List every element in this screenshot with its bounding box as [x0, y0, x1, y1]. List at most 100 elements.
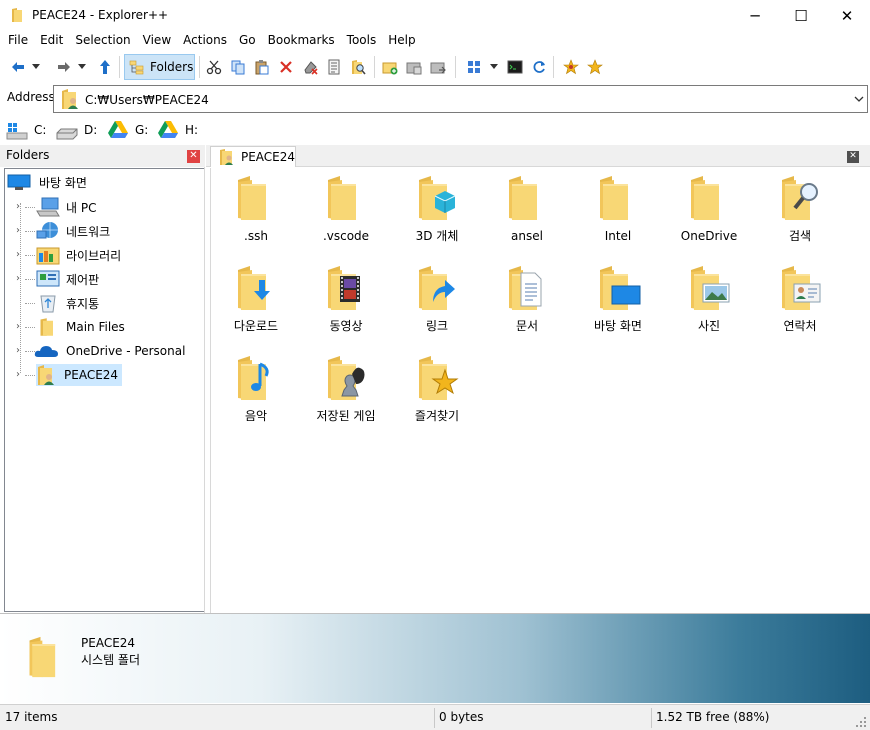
chevron-right-icon[interactable]: ›	[16, 346, 24, 356]
folder-icon	[232, 174, 280, 222]
drive-g-button[interactable]: G:	[107, 120, 148, 140]
pictures-folder-icon	[685, 264, 730, 312]
tree-item-libraries[interactable]: 라이브러리	[36, 244, 123, 266]
bookmark-tab-icon[interactable]	[560, 56, 582, 78]
close-icon[interactable]: ✕	[847, 151, 859, 163]
chevron-right-icon[interactable]: ›	[16, 274, 24, 284]
tree-line	[25, 279, 35, 280]
cut-icon[interactable]	[203, 56, 225, 78]
tree-item-control-panel[interactable]: 제어판	[36, 268, 101, 290]
tree-item-recycle-bin[interactable]: 휴지통	[36, 292, 101, 314]
close-icon[interactable]: ✕	[187, 150, 200, 163]
tree-item-main-files[interactable]: Main Files	[36, 316, 127, 338]
menu-file[interactable]: File	[2, 31, 34, 51]
file-item[interactable]: 3D 개체	[392, 174, 482, 243]
file-item[interactable]: 문서	[482, 264, 572, 333]
tree-item-network[interactable]: 네트워크	[36, 220, 112, 242]
chevron-right-icon[interactable]: ›	[16, 250, 24, 260]
chevron-right-icon[interactable]: ›	[16, 226, 24, 236]
views-dropdown-icon[interactable]	[487, 56, 501, 78]
drive-d-button[interactable]: D:	[56, 120, 97, 140]
file-item[interactable]: 검색	[755, 174, 845, 243]
status-separator	[651, 708, 652, 728]
forward-dropdown-icon[interactable]	[75, 56, 89, 78]
refresh-icon[interactable]	[528, 56, 550, 78]
file-item[interactable]: OneDrive	[664, 174, 754, 243]
file-item[interactable]: 음악	[211, 354, 301, 423]
google-drive-icon	[108, 121, 128, 138]
folder-tree: 바탕 화면 › 내 PC › 네트워크 › 라이브러리 › 제어판 휴지통 › …	[4, 168, 204, 612]
command-prompt-icon[interactable]	[504, 56, 526, 78]
chevron-right-icon[interactable]: ›	[16, 322, 24, 332]
chevron-right-icon[interactable]: ›	[16, 370, 24, 380]
menu-go[interactable]: Go	[233, 31, 262, 51]
back-dropdown-icon[interactable]	[29, 56, 43, 78]
menu-help[interactable]: Help	[382, 31, 421, 51]
search-folder-icon	[776, 174, 818, 222]
file-item[interactable]: 다운로드	[211, 264, 301, 333]
maximize-button[interactable]: ☐	[778, 0, 824, 31]
file-item[interactable]: .vscode	[301, 174, 391, 243]
control-panel-icon	[36, 270, 60, 287]
menu-actions[interactable]: Actions	[177, 31, 233, 51]
chevron-right-icon[interactable]: ›	[16, 202, 24, 212]
tree-item-this-pc[interactable]: 내 PC	[36, 196, 98, 218]
file-item[interactable]: ansel	[482, 174, 572, 243]
file-item[interactable]: 동영상	[301, 264, 391, 333]
forward-arrow-icon[interactable]	[53, 56, 75, 78]
folder-icon	[36, 317, 60, 337]
links-folder-icon	[413, 264, 455, 312]
file-item[interactable]: 저장된 게임	[301, 354, 391, 423]
details-pane: PEACE24 시스템 폴더	[0, 613, 870, 703]
menu-edit[interactable]: Edit	[34, 31, 69, 51]
menu-view[interactable]: View	[137, 31, 177, 51]
tree-item-onedrive[interactable]: OneDrive - Personal	[34, 340, 187, 362]
new-folder-icon[interactable]	[379, 56, 401, 78]
file-item[interactable]: 사진	[664, 264, 754, 333]
search-icon[interactable]	[347, 56, 369, 78]
file-item[interactable]: .ssh	[211, 174, 301, 243]
app-folder-icon	[10, 7, 26, 23]
details-type: 시스템 폴더	[81, 653, 141, 667]
paste-icon[interactable]	[251, 56, 273, 78]
file-list-view: .ssh .vscode 3D 개체 ansel Intel OneDrive …	[210, 168, 870, 613]
up-arrow-icon[interactable]	[94, 56, 116, 78]
toolbar-separator	[119, 56, 120, 78]
tab-label: PEACE24	[240, 150, 295, 164]
tab-peace24[interactable]: PEACE24	[210, 146, 296, 167]
file-item[interactable]: 바탕 화면	[573, 264, 663, 333]
views-icon[interactable]	[463, 56, 485, 78]
tab-bar: PEACE24 ✕	[206, 145, 870, 167]
close-button[interactable]: ✕	[824, 0, 870, 31]
chevron-down-icon[interactable]	[854, 96, 864, 103]
folders-button[interactable]: Folders	[124, 54, 195, 80]
folders-pane: Folders ✕ 바탕 화면 › 내 PC › 네트워크 › 라이브러리 ›	[0, 145, 205, 613]
file-item[interactable]: 연락처	[755, 264, 845, 333]
menu-bar: File Edit Selection View Actions Go Book…	[0, 31, 870, 51]
drive-c-button[interactable]: C:	[6, 120, 46, 140]
move-to-icon[interactable]	[427, 56, 449, 78]
copy-to-icon[interactable]	[403, 56, 425, 78]
file-item[interactable]: 즐겨찾기	[392, 354, 482, 423]
minimize-button[interactable]: ─	[732, 0, 778, 31]
delete-permanently-icon[interactable]	[299, 56, 321, 78]
properties-icon[interactable]	[323, 56, 345, 78]
menu-tools[interactable]: Tools	[341, 31, 383, 51]
file-item[interactable]: 링크	[392, 264, 482, 333]
menu-selection[interactable]: Selection	[69, 31, 136, 51]
tree-item-peace24[interactable]: PEACE24	[36, 364, 123, 386]
tree-item-desktop[interactable]: 바탕 화면	[7, 171, 89, 193]
menu-bookmarks[interactable]: Bookmarks	[262, 31, 341, 51]
drive-h-button[interactable]: H:	[157, 120, 198, 140]
file-item[interactable]: Intel	[573, 174, 663, 243]
resize-grip-icon[interactable]	[856, 717, 867, 728]
file-name: 바탕 화면	[594, 319, 642, 333]
libraries-icon	[36, 247, 60, 265]
file-name: 동영상	[329, 319, 363, 333]
folders-pane-title: Folders	[6, 148, 50, 162]
copy-icon[interactable]	[227, 56, 249, 78]
delete-icon[interactable]	[275, 56, 297, 78]
address-field[interactable]: C:₩Users₩PEACE24	[53, 85, 868, 113]
back-arrow-icon[interactable]	[7, 56, 29, 78]
bookmarks-star-icon[interactable]	[584, 56, 606, 78]
